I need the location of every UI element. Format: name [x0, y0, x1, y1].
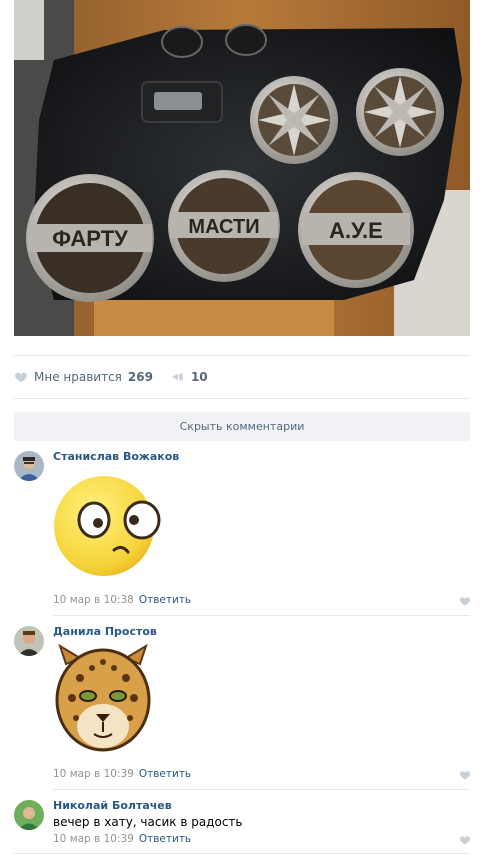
confused-face-sticker	[52, 470, 164, 582]
photo-text-3: А.У.Е	[329, 218, 383, 243]
avatar[interactable]	[14, 800, 44, 830]
comment-meta: 10 мар в 10:39 Ответить	[53, 833, 191, 845]
comment-date[interactable]: 10 мар в 10:39	[53, 768, 134, 780]
comment-text: вечер в хату, часик в радость	[53, 815, 243, 829]
heart-icon[interactable]	[459, 834, 471, 846]
divider	[14, 355, 470, 356]
comment-meta: 10 мар в 10:39 Ответить	[53, 768, 191, 780]
comment-date[interactable]: 10 мар в 10:38	[53, 594, 134, 606]
heart-icon	[15, 372, 27, 383]
comment-meta: 10 мар в 10:38 Ответить	[53, 594, 191, 606]
comment-author[interactable]: Данила Простов	[53, 625, 157, 638]
divider	[53, 615, 470, 616]
reply-button[interactable]: Ответить	[139, 768, 191, 780]
like-count: 269	[127, 370, 153, 384]
photo-text-2: МАСТИ	[188, 216, 259, 238]
avatar[interactable]	[14, 451, 44, 481]
divider	[14, 853, 470, 854]
post-photo[interactable]: ФАРТУ МАСТИ А.У.Е	[14, 0, 470, 336]
comment-author[interactable]: Николай Болтачев	[53, 799, 172, 812]
comment-author[interactable]: Станислав Вожаков	[53, 450, 179, 463]
megaphone-icon	[172, 372, 183, 382]
heart-icon[interactable]	[459, 769, 471, 781]
leopard-sticker	[52, 643, 154, 760]
share-count: 10	[190, 370, 208, 384]
hide-comments-button[interactable]: Скрыть комментарии	[14, 412, 470, 441]
divider	[14, 398, 470, 399]
like-label: Мне нравится	[34, 370, 122, 384]
compass-star-left	[250, 76, 338, 164]
compass-star-right	[356, 68, 444, 156]
photo-text-1: ФАРТУ	[52, 226, 128, 251]
like-button[interactable]: Мне нравится 269	[14, 370, 153, 384]
reply-button[interactable]: Ответить	[139, 594, 191, 606]
reply-button[interactable]: Ответить	[139, 833, 191, 845]
post-actions: Мне нравится 269 10	[14, 366, 208, 388]
heart-icon[interactable]	[459, 595, 471, 607]
avatar[interactable]	[14, 626, 44, 656]
divider	[53, 789, 470, 790]
comment-date[interactable]: 10 мар в 10:39	[53, 833, 134, 845]
share-button[interactable]: 10	[171, 370, 208, 384]
